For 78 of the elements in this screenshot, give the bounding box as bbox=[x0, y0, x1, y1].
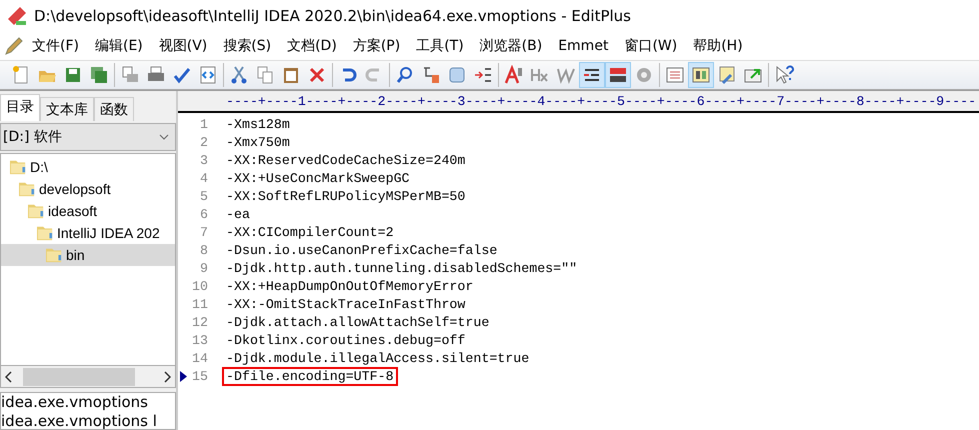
tree-item[interactable]: developsoft bbox=[39, 181, 111, 197]
code-line: -Dsun.io.useCanonPrefixCache=false bbox=[225, 242, 498, 258]
paste-icon bbox=[281, 65, 301, 85]
menu-item[interactable]: 方案(P) bbox=[344, 37, 408, 55]
line-number: 7 bbox=[199, 224, 208, 240]
code-line: -XX:CICompilerCount=2 bbox=[225, 224, 395, 240]
pencil-icon bbox=[4, 36, 24, 56]
tree-item[interactable]: IntelliJ IDEA 202 bbox=[57, 225, 160, 241]
line-number: 14 bbox=[191, 350, 208, 366]
menu-item[interactable]: 文件(F) bbox=[24, 37, 87, 55]
tree-item[interactable]: D:\ bbox=[30, 159, 48, 175]
copy-icon bbox=[255, 65, 275, 85]
toolbar-button[interactable] bbox=[605, 62, 631, 88]
code-line: -Dfile.encoding=UTF-8 bbox=[224, 368, 396, 384]
code-line: -Djdk.http.auth.tunneling.disabledSchemes="" bbox=[225, 260, 578, 276]
sidebar-tab[interactable]: 文本库 bbox=[40, 97, 94, 121]
drive-dropdown[interactable]: [D:] 软件 bbox=[0, 123, 176, 151]
save-icon bbox=[63, 65, 83, 85]
find-icon bbox=[395, 65, 415, 85]
file-list-item[interactable]: idea.exe.vmoptions bbox=[1, 393, 175, 412]
menu-item[interactable]: 搜索(S) bbox=[215, 37, 280, 55]
sidebar-tab[interactable]: 目录 bbox=[0, 94, 40, 121]
line-number: 10 bbox=[191, 278, 208, 294]
code-line: -XX:-OmitStackTraceInFastThrow bbox=[225, 296, 466, 312]
code-line: -Dkotlinx.coroutines.debug=off bbox=[225, 332, 466, 348]
menu-item[interactable]: 编辑(E) bbox=[86, 37, 151, 55]
code-line: -Djdk.attach.allowAttachSelf=true bbox=[225, 314, 490, 330]
menu-item[interactable]: Emmet bbox=[550, 38, 616, 54]
menu-item[interactable]: 文档(D) bbox=[279, 37, 345, 55]
line-number: 1 bbox=[199, 116, 208, 132]
line-number: 11 bbox=[191, 296, 208, 312]
code-line: -XX:SoftRefLRUPolicyMSPerMB=50 bbox=[225, 188, 466, 204]
scroll-right-icon[interactable] bbox=[163, 370, 171, 382]
line-number: 3 bbox=[199, 152, 208, 168]
line-number: 13 bbox=[191, 332, 208, 348]
line-number: 4 bbox=[199, 170, 208, 186]
gear-icon bbox=[634, 65, 654, 85]
code-line: -XX:+UseConcMarkSweepGC bbox=[225, 170, 411, 186]
code-line: -ea bbox=[225, 206, 251, 222]
menu-item[interactable]: 浏览器(B) bbox=[472, 37, 550, 55]
code-line: -XX:+HeapDumpOnOutOfMemoryError bbox=[225, 278, 474, 294]
menu-item[interactable]: 窗口(W) bbox=[616, 37, 686, 55]
font-icon bbox=[504, 65, 524, 85]
code-line: -XX:ReservedCodeCacheSize=240m bbox=[225, 152, 466, 168]
cut-icon bbox=[229, 65, 249, 85]
code-line: -Xms128m bbox=[225, 116, 291, 132]
app-icon bbox=[6, 5, 28, 27]
scrollbar-thumb[interactable] bbox=[23, 368, 135, 386]
toolbar-button[interactable] bbox=[688, 62, 714, 88]
folder-icon bbox=[45, 247, 63, 263]
line-number: 12 bbox=[191, 314, 208, 330]
code-line: -Djdk.module.illegalAccess.silent=true bbox=[225, 350, 530, 366]
ruler-scale: ----+----1----+----2----+----3----+----4----+----5----+----6----+----7----+----8----+----9---- bbox=[226, 94, 976, 108]
tree-item[interactable]: ideasoft bbox=[48, 203, 98, 219]
window-title: D:\developsoft\ideasoft\IntelliJ IDEA 2020.2\bin\idea64.exe.vmoptions - EditPlus bbox=[34, 7, 631, 25]
toolbar-button[interactable] bbox=[579, 62, 605, 88]
folder-icon bbox=[27, 203, 45, 219]
line-number: 8 bbox=[199, 242, 208, 258]
menu-item[interactable]: 视图(V) bbox=[150, 37, 216, 55]
line-number: 5 bbox=[199, 188, 208, 204]
help-icon bbox=[774, 65, 794, 85]
tree-item[interactable]: bin bbox=[66, 247, 85, 263]
line-number: 15 bbox=[191, 368, 208, 384]
menu-item[interactable]: 工具(T) bbox=[408, 37, 472, 55]
scroll-left-icon[interactable] bbox=[5, 370, 13, 382]
code-line: -Xmx750m bbox=[225, 134, 291, 150]
line-number: 2 bbox=[199, 134, 208, 150]
folder-icon bbox=[18, 181, 36, 197]
chevron-down-icon bbox=[159, 134, 169, 140]
sidebar-tab[interactable]: 函数 bbox=[94, 97, 134, 121]
delete-icon bbox=[307, 65, 327, 85]
folder-icon bbox=[9, 159, 27, 175]
line-number: 9 bbox=[199, 260, 208, 276]
menu-item[interactable]: 帮助(H) bbox=[685, 37, 751, 55]
line-number: 6 bbox=[199, 206, 208, 222]
file-list-item[interactable]: idea.exe.vmoptions l bbox=[1, 412, 175, 429]
panel-icon bbox=[665, 65, 685, 85]
folder-icon bbox=[36, 225, 54, 241]
